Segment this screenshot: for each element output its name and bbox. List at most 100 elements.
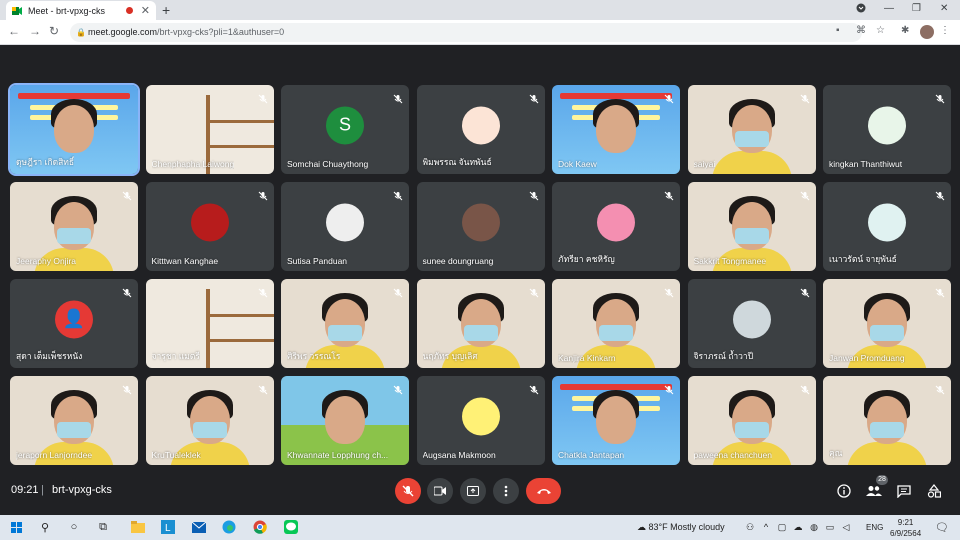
participant-tile[interactable]: Khwannate Lopphung ch... <box>281 376 409 465</box>
participant-name: KruTualeklek <box>151 450 201 460</box>
participant-name: Chenphapha Laiwong <box>151 159 235 169</box>
tab-search-icon[interactable] <box>856 3 866 16</box>
participant-tile[interactable]: KruTualeklek <box>145 376 274 465</box>
address-bar[interactable]: 🔒 meet.google.com/brt-vpxg-cks?pli=1&aut… <box>70 23 862 42</box>
participant-tile[interactable]: Sutisa Panduan <box>281 182 409 271</box>
mic-muted-icon <box>935 91 945 104</box>
participant-tile[interactable]: ดุษฎีรา เกิดสิทธิ์ <box>8 83 140 176</box>
back-arrow-icon[interactable]: ← <box>8 24 20 38</box>
participant-tile[interactable]: S Somchai Chuaythong <box>281 85 409 174</box>
meeting-details-button[interactable] <box>835 482 853 500</box>
profile-avatar[interactable] <box>920 25 934 39</box>
participant-tile[interactable]: paweena chanchuen <box>687 376 816 465</box>
extensions-icon[interactable]: ✱ <box>901 25 909 36</box>
mic-muted-icon <box>664 382 674 395</box>
windows-start-icon[interactable] <box>8 519 24 535</box>
camera-button[interactable] <box>427 478 453 504</box>
participant-avatar <box>461 105 500 144</box>
meet-participant-grid: ดุษฎีรา เกิดสิทธิ์ Chenphapha Laiwong S Som… <box>0 45 960 465</box>
weather-widget[interactable]: ☁ 83°F Mostly cloudy <box>637 522 725 533</box>
participant-avatar: S <box>326 105 364 144</box>
mic-muted-icon <box>800 382 810 395</box>
edge-browser-icon[interactable] <box>221 519 237 535</box>
reload-icon[interactable]: ↻ <box>49 24 59 38</box>
maximize-button[interactable]: ❐ <box>912 3 921 14</box>
leave-call-button[interactable] <box>526 478 561 504</box>
participant-tile[interactable]: จารุชา แมตรี <box>145 279 274 368</box>
mic-muted-icon <box>935 382 945 395</box>
more-options-button[interactable] <box>493 478 519 504</box>
network-icon[interactable]: ▭ <box>822 519 838 535</box>
participant-avatar <box>732 299 771 338</box>
participant-tile[interactable]: นฤภัทร บุญเลิศ <box>416 279 545 368</box>
search-icon[interactable]: ⚲ <box>37 519 53 535</box>
libreoffice-icon[interactable]: L <box>160 519 176 535</box>
activities-button[interactable] <box>925 482 943 500</box>
participant-name: Sutisa Panduan <box>287 256 348 266</box>
participant-name: Chatkla Jantapan <box>558 450 625 460</box>
participant-name: สุดา เต็มเพ็ชรหนัง <box>16 351 83 361</box>
cloud-icon: ☁ <box>637 522 649 532</box>
meet-favicon-icon <box>12 6 22 16</box>
participant-tile[interactable]: Sakkrit Tongmanee <box>687 182 816 271</box>
mic-muted-icon <box>664 188 674 201</box>
participant-tile[interactable]: ภัทรียา คชหิรัญ <box>552 182 680 271</box>
participant-tile[interactable]: Janwan Promduang <box>823 279 951 368</box>
tab-close-icon[interactable]: ✕ <box>141 4 150 17</box>
chrome-browser-icon[interactable] <box>252 519 268 535</box>
participant-name: saiyai <box>693 159 716 169</box>
cortana-icon[interactable]: ○ <box>66 519 82 535</box>
participant-tile[interactable]: sunee doungruang <box>416 182 545 271</box>
participant-tile[interactable]: Kanjira Kinkarn <box>552 279 680 368</box>
participant-tile[interactable]: จิราภรณ์ ถ้ำวาปี <box>687 279 816 368</box>
svg-text:L: L <box>165 523 171 534</box>
meet-tray-icon[interactable]: ▢ <box>774 519 790 535</box>
new-tab-button[interactable]: + <box>162 2 170 18</box>
mic-muted-icon <box>258 285 268 298</box>
participant-tile[interactable]: Chenphapha Laiwong <box>145 85 274 174</box>
task-view-icon[interactable]: ⧉ <box>95 519 111 535</box>
notifications-icon[interactable]: 🗨 <box>934 519 950 535</box>
mail-icon[interactable] <box>191 519 207 535</box>
chat-button[interactable] <box>895 482 913 500</box>
tray-clock[interactable]: 9:21 6/9/2564 <box>890 517 921 539</box>
participant-tile[interactable]: ศิริพร วรรณโร <box>281 279 409 368</box>
onedrive-icon[interactable]: ☁ <box>790 519 806 535</box>
minimize-button[interactable]: — <box>884 3 894 14</box>
participant-tile[interactable]: Chatkla Jantapan <box>552 376 680 465</box>
participant-tile[interactable]: Jeeraphy Onjira <box>10 182 138 271</box>
mic-muted-icon <box>122 382 132 395</box>
line-app-icon[interactable] <box>283 519 299 535</box>
participant-tile[interactable]: jeraporn Lanjorndee <box>10 376 138 465</box>
participant-tile[interactable]: 👤 สุดา เต็มเพ็ชรหนัง <box>10 279 138 368</box>
line-tray-icon[interactable]: ◍ <box>806 519 822 535</box>
forward-arrow-icon[interactable]: → <box>29 24 41 38</box>
participant-tile[interactable]: เนาวรัตน์ จายุพันธ์ <box>823 182 951 271</box>
language-indicator[interactable]: ENG <box>866 523 883 532</box>
volume-icon[interactable]: ◁ <box>838 519 854 535</box>
mic-off-button[interactable] <box>395 478 421 504</box>
participant-tile[interactable]: Augsana Makmoon <box>416 376 545 465</box>
file-explorer-icon[interactable] <box>130 519 146 535</box>
participant-tile[interactable]: kingkan Thanthiwut <box>823 85 951 174</box>
tab-title: Meet - brt-vpxg-cks <box>28 5 106 16</box>
participant-tile[interactable]: พิมพรรณ จันทพันธ์ <box>416 85 545 174</box>
participant-tile[interactable]: คุณ <box>823 376 951 465</box>
participant-avatar <box>868 202 906 241</box>
chevron-up-icon[interactable]: ^ <box>758 519 774 535</box>
bookmark-star-icon[interactable]: ☆ <box>876 25 885 36</box>
translate-icon[interactable]: ⌘ <box>856 25 866 36</box>
camera-indicator-icon[interactable]: ▪ <box>836 25 840 36</box>
participant-name: Sakkrit Tongmanee <box>693 256 767 266</box>
participant-tile[interactable]: Kitttwan Kanghae <box>145 182 274 271</box>
browser-tab-meet[interactable]: Meet - brt-vpxg-cks ✕ <box>6 1 156 20</box>
participant-tile[interactable]: Dok Kaew <box>552 85 680 174</box>
participant-name: Somchai Chuaythong <box>287 159 369 169</box>
close-window-button[interactable]: ✕ <box>940 3 948 14</box>
chrome-menu-icon[interactable]: ⋮ <box>940 25 950 36</box>
participant-tile[interactable]: saiyai <box>687 85 816 174</box>
mic-muted-icon <box>393 188 403 201</box>
hang-up-icon <box>536 489 551 494</box>
people-tray-icon[interactable]: ⚇ <box>742 519 758 535</box>
present-screen-button[interactable] <box>460 478 486 504</box>
